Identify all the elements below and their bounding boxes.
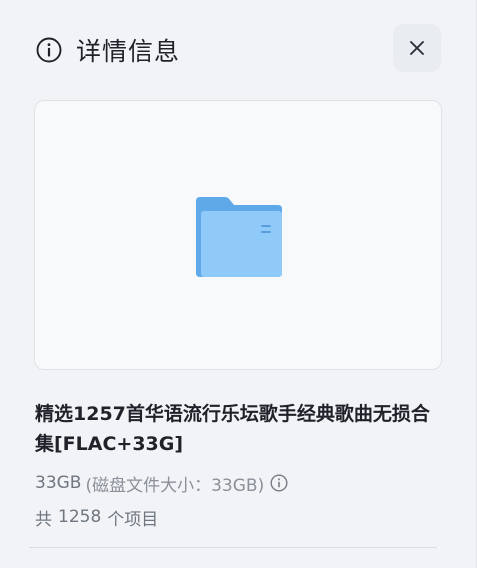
file-size: 33GB (35, 473, 82, 493)
bottom-divider (29, 547, 437, 548)
close-button[interactable] (393, 24, 441, 72)
panel-title: 详情信息 (76, 37, 181, 66)
file-preview (34, 100, 442, 370)
file-size-line: 33GB (磁盘文件大小：33GB) (35, 470, 288, 496)
file-name: 精选1257首华语流行乐坛歌手经典歌曲无损合集[FLAC+33G] (35, 403, 430, 455)
details-panel: 详情信息 精选1257首华语流行乐坛歌手经典歌曲无损合集[FLAC+33G] 3… (0, 0, 477, 568)
item-count-line: 共 1258 个项目 (35, 504, 158, 530)
folder-icon (196, 197, 282, 277)
disk-size-detail: (磁盘文件大小：33GB) (85, 475, 265, 496)
count-prefix: 共 (35, 509, 52, 530)
info-circle-icon[interactable] (270, 474, 288, 492)
panel-header: 详情信息 (36, 30, 180, 70)
count-suffix: 个项目 (107, 509, 159, 530)
info-circle-icon (36, 37, 62, 63)
close-icon (410, 41, 424, 55)
item-count: 1258 (58, 507, 102, 527)
